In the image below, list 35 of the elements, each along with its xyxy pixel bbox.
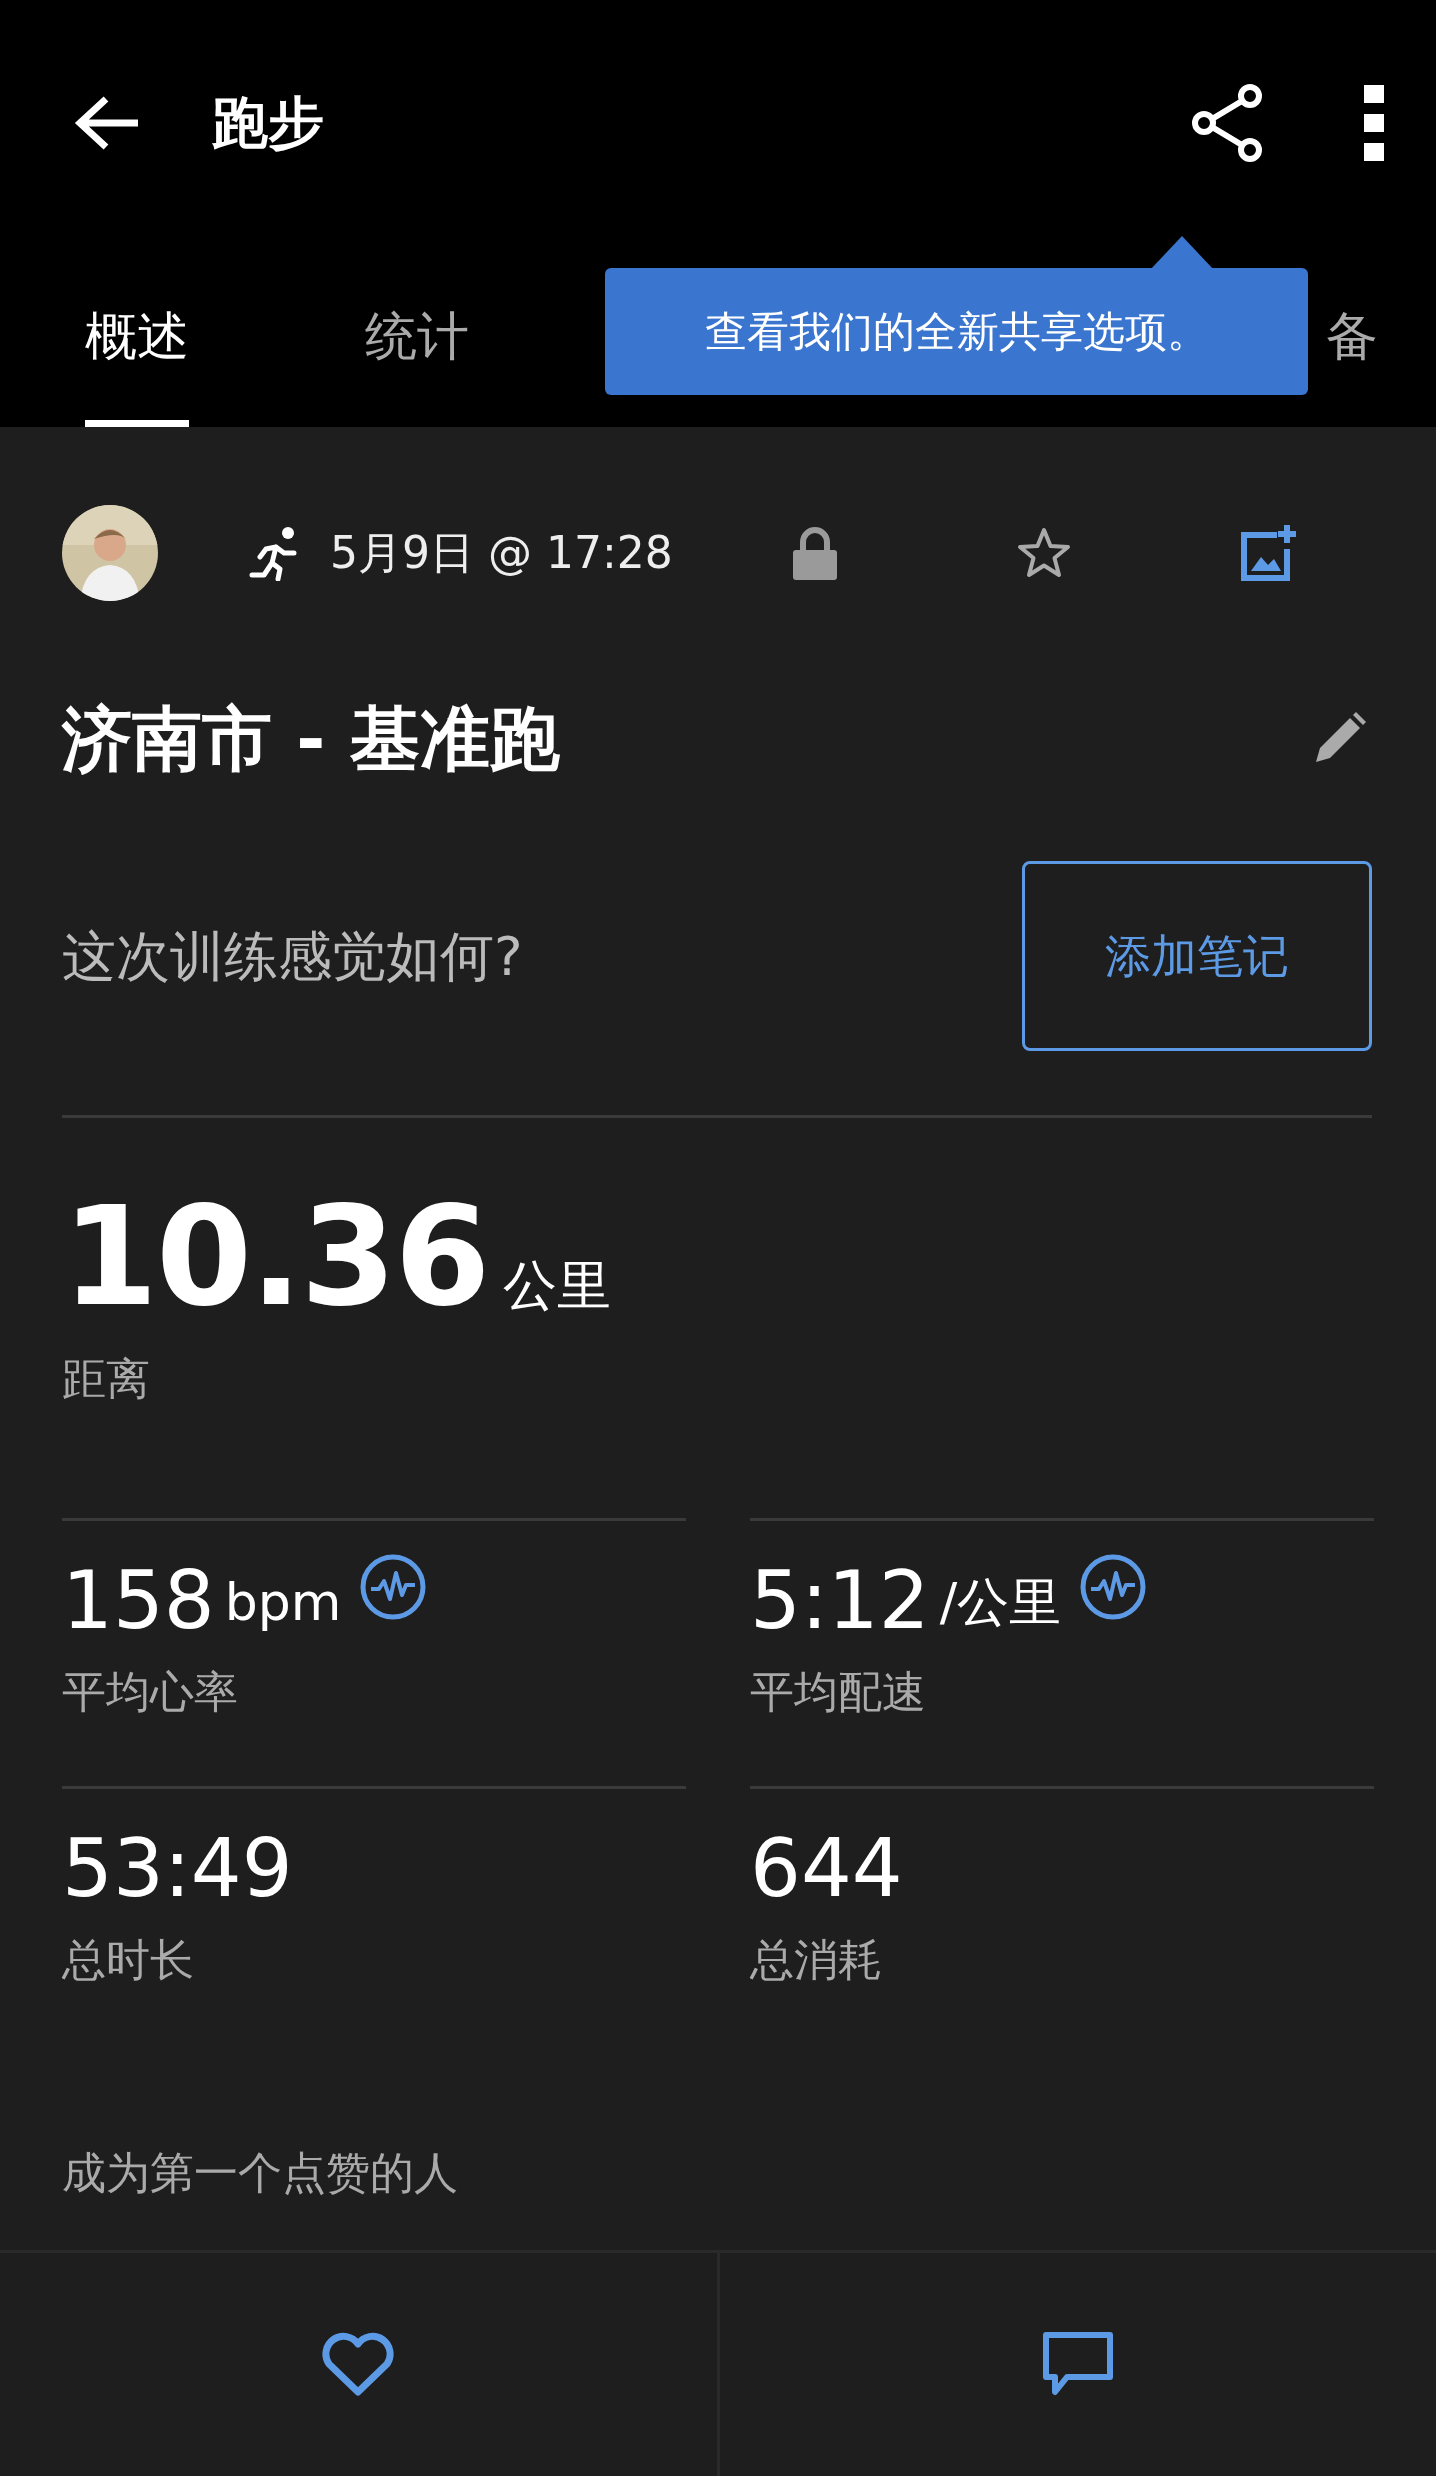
more-icon xyxy=(1364,84,1384,161)
tab[interactable]: 统计 xyxy=(365,245,469,427)
distance-label: 距离 xyxy=(62,1352,151,1406)
stat-value: 158 xyxy=(62,1561,215,1641)
heart-rate-chart-icon[interactable] xyxy=(359,1553,428,1621)
star-icon xyxy=(1016,527,1071,579)
add-note-button[interactable]: 添加笔记 xyxy=(1022,861,1372,1051)
stat-unit: /公里 xyxy=(939,1571,1062,1634)
favorite-button[interactable] xyxy=(1016,527,1071,579)
stat-label: 平均心率 xyxy=(62,1665,239,1719)
feeling-question: 这次训练感觉如何? xyxy=(62,923,523,990)
share-icon xyxy=(1190,82,1264,163)
comment-icon xyxy=(1042,2331,1113,2398)
more-menu-button[interactable] xyxy=(1364,84,1384,161)
stat-label: 平均配速 xyxy=(750,1665,927,1719)
activity-title: 济南市 - 基准跑 xyxy=(62,696,560,782)
stat-value: 644 xyxy=(750,1829,903,1909)
likes-prompt: 成为第一个点赞的人 xyxy=(62,2146,459,2200)
heart-icon xyxy=(320,2331,397,2398)
stat-unit: bpm xyxy=(224,1571,342,1634)
distance-value: 10.36 xyxy=(62,1188,489,1326)
heart-rate-chart-icon[interactable] xyxy=(1079,1553,1148,1621)
stat-value: 5:12 xyxy=(750,1561,930,1641)
stat-label: 总消耗 xyxy=(750,1933,883,1987)
activity-date: 5月9日 @ 17:28 xyxy=(330,526,673,580)
add-photo-button[interactable] xyxy=(1240,525,1299,581)
stat-label: 总时长 xyxy=(62,1933,195,1987)
add-image-icon xyxy=(1240,525,1299,581)
screen-title: 跑步 xyxy=(212,88,324,157)
tab[interactable]: 备 xyxy=(1326,245,1378,427)
tab[interactable]: 概述 xyxy=(85,245,189,427)
distance-unit: 公里 xyxy=(502,1253,611,1319)
lock-icon xyxy=(792,526,837,580)
stat-value: 53:49 xyxy=(62,1829,293,1909)
share-button[interactable] xyxy=(1190,82,1264,163)
